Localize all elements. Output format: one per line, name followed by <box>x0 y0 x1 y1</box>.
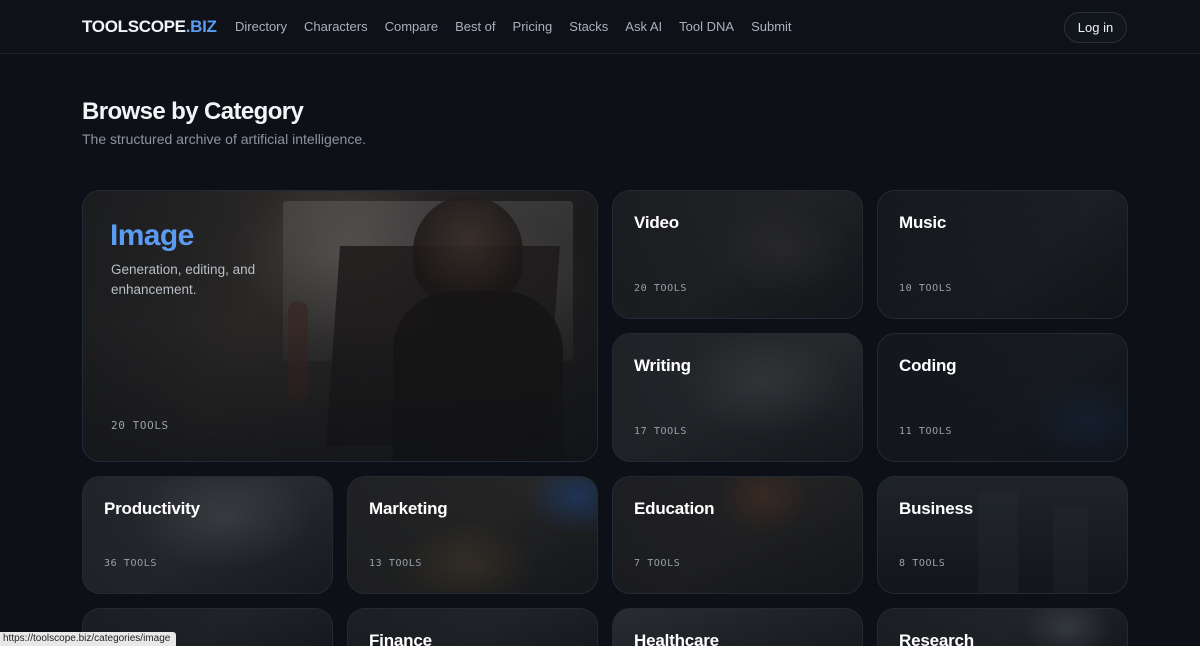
nav-compare[interactable]: Compare <box>385 19 438 34</box>
category-name: Music <box>899 213 947 232</box>
tool-count: 7 TOOLS <box>634 558 681 569</box>
category-card-writing[interactable]: Writing 17 TOOLS <box>612 333 863 462</box>
category-card-productivity[interactable]: Productivity 36 TOOLS <box>82 476 333 594</box>
tool-count: 36 TOOLS <box>104 558 157 569</box>
nav-submit[interactable]: Submit <box>751 19 791 34</box>
category-name: Productivity <box>104 499 200 518</box>
tool-count: 8 TOOLS <box>899 558 946 569</box>
nav-pricing[interactable]: Pricing <box>513 19 553 34</box>
category-card-education[interactable]: Education 7 TOOLS <box>612 476 863 594</box>
category-card-music[interactable]: Music 10 TOOLS <box>877 190 1128 319</box>
category-description: Generation, editing, and enhancement. <box>111 262 256 297</box>
category-card-healthcare[interactable]: Healthcare <box>612 608 863 646</box>
category-name: Research <box>899 631 974 646</box>
tool-count: 10 TOOLS <box>899 283 952 294</box>
main-nav: Directory Characters Compare Best of Pri… <box>235 19 792 34</box>
category-card-coding[interactable]: Coding 11 TOOLS <box>877 333 1128 462</box>
page-title: Browse by Category <box>82 98 304 125</box>
category-name: Finance <box>369 631 432 646</box>
nav-best-of[interactable]: Best of <box>455 19 495 34</box>
page-subtitle: The structured archive of artificial int… <box>82 131 367 147</box>
nav-tool-dna[interactable]: Tool DNA <box>679 19 734 34</box>
tool-count: 20 TOOLS <box>111 419 169 432</box>
tool-count: 11 TOOLS <box>899 426 952 437</box>
category-name: Video <box>634 213 679 232</box>
category-card-marketing[interactable]: Marketing 13 TOOLS <box>347 476 598 594</box>
link-preview-status: https://toolscope.biz/categories/image <box>0 632 177 646</box>
category-name: Marketing <box>369 499 448 518</box>
category-name: Writing <box>634 356 691 375</box>
category-name: Healthcare <box>634 631 719 646</box>
nav-stacks[interactable]: Stacks <box>569 19 608 34</box>
brand-logo[interactable]: TOOLSCOPE.BIZ <box>82 17 217 37</box>
nav-directory[interactable]: Directory <box>235 19 287 34</box>
top-navigation-bar: TOOLSCOPE.BIZ Directory Characters Compa… <box>0 0 1200 54</box>
category-card-image[interactable]: Image Generation, editing, and enhanceme… <box>82 190 598 462</box>
tool-count: 13 TOOLS <box>369 558 422 569</box>
tool-count: 17 TOOLS <box>634 426 687 437</box>
tool-count: 20 TOOLS <box>634 283 687 294</box>
category-name: Business <box>899 499 973 518</box>
login-button[interactable]: Log in <box>1064 12 1127 43</box>
category-name: Education <box>634 499 715 518</box>
nav-ask-ai[interactable]: Ask AI <box>625 19 662 34</box>
category-card-research[interactable]: Research <box>877 608 1128 646</box>
nav-characters[interactable]: Characters <box>304 19 368 34</box>
category-card-business[interactable]: Business 8 TOOLS <box>877 476 1128 594</box>
category-name: Image <box>110 219 194 252</box>
category-name: Coding <box>899 356 957 375</box>
category-card-finance[interactable]: Finance <box>347 608 598 646</box>
category-card-video[interactable]: Video 20 TOOLS <box>612 190 863 319</box>
